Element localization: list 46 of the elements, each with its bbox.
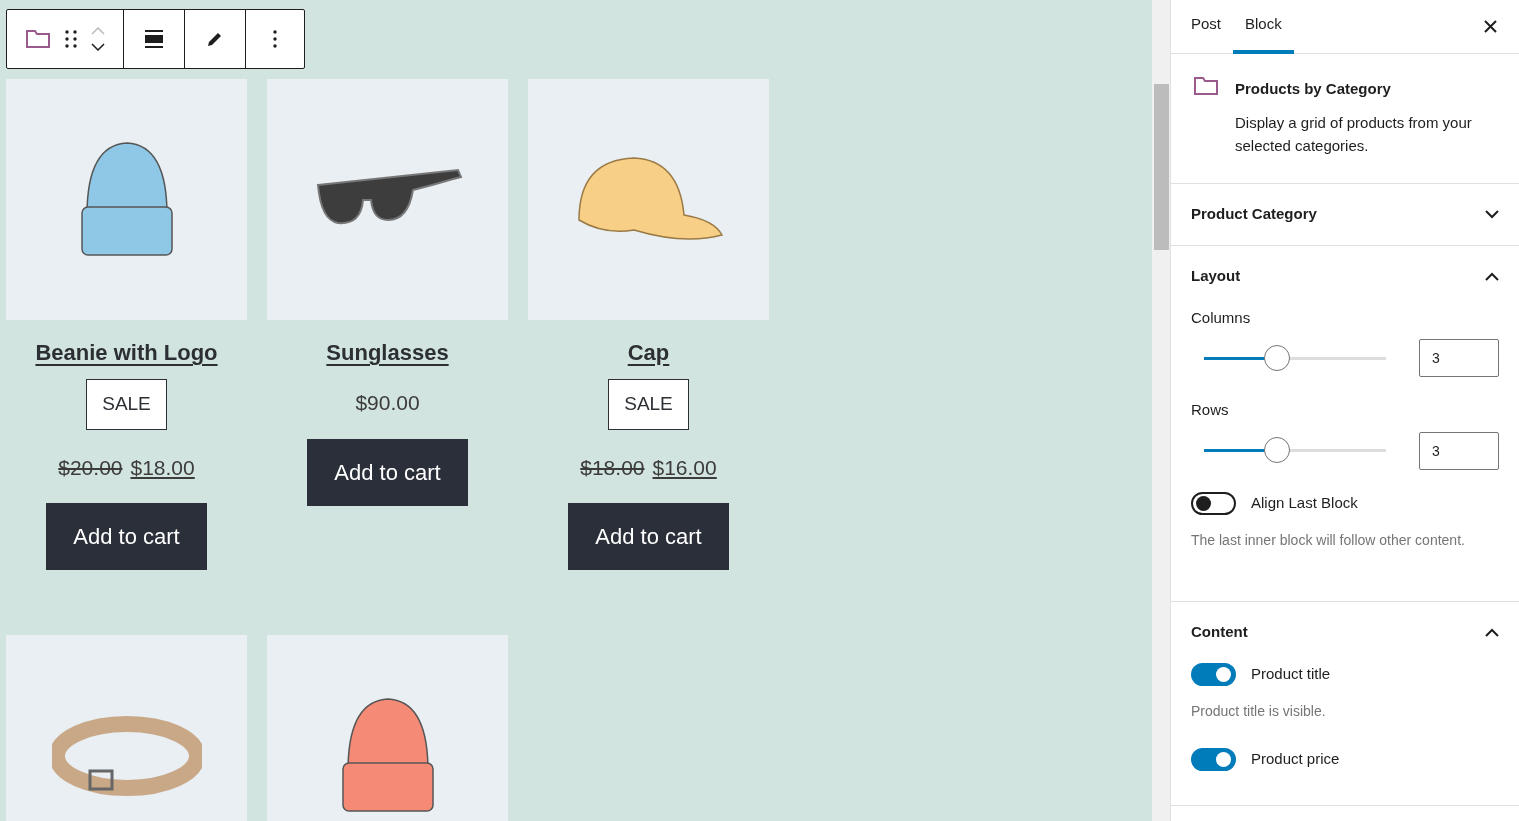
folder-icon[interactable]: [25, 29, 51, 49]
product-title-link[interactable]: Sunglasses: [326, 336, 449, 369]
toggle-switch[interactable]: [1191, 747, 1236, 771]
toggle-label: Align Last Block: [1251, 492, 1358, 513]
sale-badge: SALE: [86, 379, 167, 430]
block-description: Display a grid of products from your selected categories.: [1235, 112, 1473, 156]
slider-thumb[interactable]: [1263, 437, 1290, 463]
slider-label: Rows: [1191, 400, 1230, 420]
help-text: The last inner block will follow other content.: [1191, 530, 1466, 550]
product-title-link[interactable]: Cap: [627, 336, 670, 369]
block-title: Products by Category: [1235, 79, 1392, 99]
add-to-cart-button[interactable]: Add to cart: [307, 438, 468, 506]
add-to-cart-button[interactable]: Add to cart: [46, 503, 207, 570]
panel-header[interactable]: Product Category: [1171, 183, 1519, 245]
product-title-link[interactable]: Beanie with Logo: [35, 336, 218, 369]
close-icon[interactable]: [1484, 20, 1497, 33]
sidebar-tab[interactable]: Block: [1233, 0, 1294, 54]
number-field[interactable]: 3: [1419, 339, 1499, 377]
price: $18.00: [130, 454, 195, 481]
scrollbar[interactable]: [1152, 0, 1170, 821]
drag-handle-icon[interactable]: [65, 30, 77, 48]
chevron-up-icon: [1485, 627, 1499, 637]
slider-label: Columns: [1191, 307, 1252, 328]
toggle-label: Product title: [1251, 663, 1331, 684]
add-to-cart-button[interactable]: Add to cart: [568, 503, 729, 570]
pencil-icon[interactable]: [206, 30, 224, 48]
chevron-up-icon: [1485, 271, 1499, 281]
price: $90.00: [355, 390, 420, 416]
panel-header[interactable]: Content: [1171, 601, 1519, 663]
regular-price: $18.00: [580, 454, 645, 481]
sidebar-tab[interactable]: Post: [1179, 0, 1233, 54]
panel-header[interactable]: Layout: [1171, 245, 1519, 307]
toggle-switch[interactable]: [1191, 662, 1236, 686]
toggle-switch[interactable]: [1191, 491, 1236, 515]
move-down-icon[interactable]: [91, 43, 105, 51]
slider-thumb[interactable]: [1263, 344, 1290, 371]
help-text: Product title is visible.: [1191, 701, 1327, 721]
toggle-label: Product price: [1251, 748, 1340, 769]
number-field[interactable]: 3: [1419, 431, 1499, 470]
price: $16.00: [652, 454, 717, 481]
more-options-icon[interactable]: [273, 30, 277, 48]
sale-badge: SALE: [608, 379, 689, 430]
regular-price: $20.00: [58, 454, 123, 481]
align-icon[interactable]: [145, 29, 163, 49]
folder-icon: [1193, 76, 1219, 96]
chevron-down-icon: [1485, 209, 1499, 219]
